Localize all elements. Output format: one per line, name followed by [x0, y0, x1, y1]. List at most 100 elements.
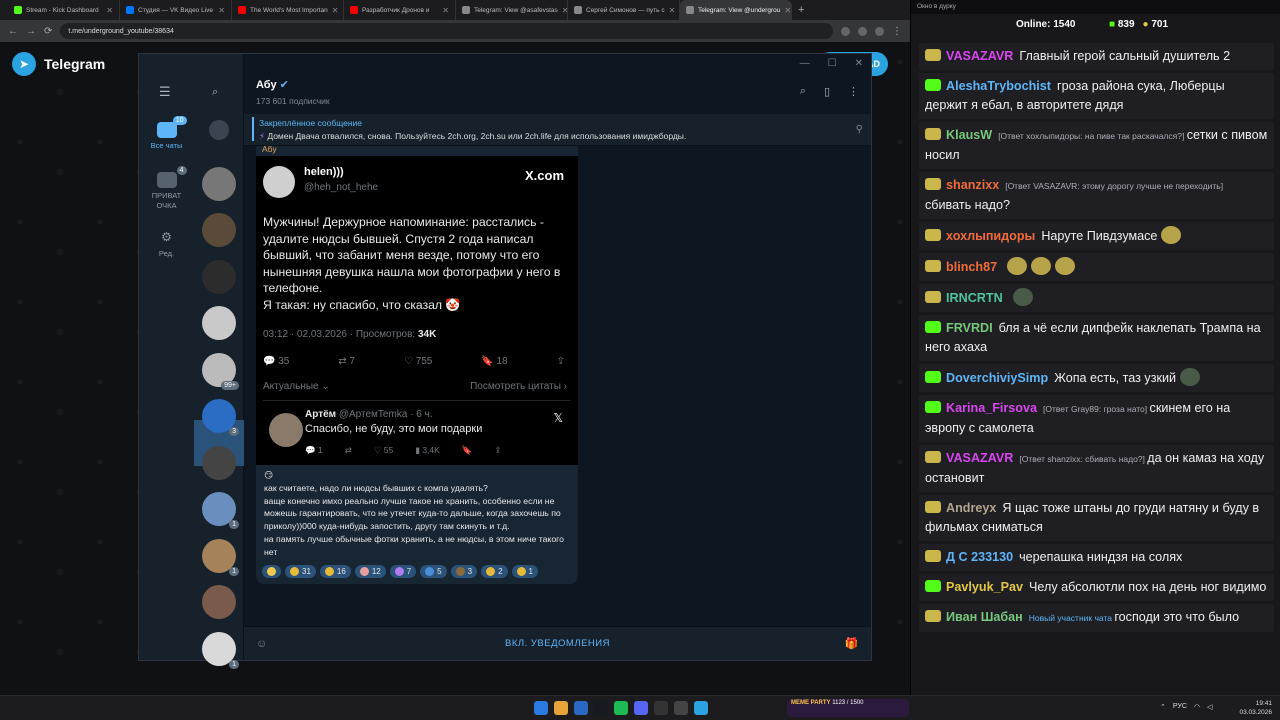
chat-username[interactable]: IRNCRTN [946, 291, 1003, 305]
clock[interactable]: 19:41 03.03.2026 [1239, 699, 1272, 717]
chat-username[interactable]: AleshaTrybochist [946, 79, 1051, 93]
browser-tab[interactable]: Stream - Kick Dashboard ✕ [8, 0, 120, 20]
channel-post: Абу helen))) @heh_not_hehe X.com Мужчины… [256, 146, 578, 584]
browser-tab[interactable]: The World's Most Importan ✕ [232, 0, 344, 20]
chat-username[interactable]: DoverchiviySimp [946, 371, 1048, 385]
hamburger-icon[interactable]: ☰ [159, 84, 171, 100]
reaction-chip[interactable]: 5 [420, 564, 447, 578]
reaction-emoji-icon [324, 566, 334, 576]
search-icon[interactable]: ⌕ [800, 85, 806, 98]
reaction-chip[interactable] [262, 564, 281, 578]
tab-title: Telegram: View @asafevstas [474, 6, 558, 14]
chat-avatar[interactable] [209, 120, 229, 140]
chat-message: VASAZAVR [Ответ shanzixx: сбивать надо?] … [919, 445, 1274, 492]
folder-all-chats[interactable]: 10 Все чаты [139, 116, 194, 150]
unread-badge: 4 [176, 166, 187, 175]
browser-tab[interactable]: Сергей Симонов — путь с ✕ [568, 0, 680, 20]
spotify-icon[interactable] [614, 701, 628, 715]
profile-icon[interactable] [875, 26, 884, 36]
maximize-icon[interactable]: ☐ [828, 58, 837, 69]
chat-username[interactable]: VASAZAVR [946, 49, 1013, 63]
chat-avatar[interactable]: 3 [202, 399, 239, 436]
channel-header[interactable]: Абу ✔ 173 601 подписчик ⌕ ▯ ⋮ [244, 68, 871, 108]
chat-username[interactable]: Andreyx [946, 501, 996, 515]
reactions-row: 31 16 12 7 5 3 2 1 [256, 563, 578, 584]
extension-icon[interactable] [858, 26, 867, 36]
chat-username[interactable]: Karina_Firsova [946, 401, 1037, 415]
chat-avatar[interactable]: 99+ [202, 352, 239, 390]
chat-username[interactable]: blinch87 [946, 260, 997, 274]
chat-avatar[interactable]: 1 [202, 631, 239, 669]
reaction-chip[interactable]: 31 [285, 564, 316, 578]
reaction-chip[interactable]: 3 [450, 564, 478, 578]
chat-username[interactable]: VASAZAVR [946, 451, 1013, 465]
close-tab-icon[interactable]: ✕ [669, 6, 676, 15]
edge-icon[interactable] [574, 701, 588, 715]
telegram-icon[interactable] [694, 701, 708, 715]
chat-avatar[interactable]: 1 [202, 492, 239, 529]
pinned-list-icon[interactable]: ⚲ [856, 124, 863, 135]
browser-tab[interactable]: Разработчик Дронов и ✕ [344, 0, 456, 20]
back-icon[interactable]: ← [8, 26, 18, 37]
reaction-chip[interactable]: 1 [511, 564, 538, 578]
chat-username[interactable]: KlausW [946, 128, 992, 142]
reload-icon[interactable]: ⟳ [44, 26, 52, 37]
discord-icon[interactable] [634, 701, 648, 715]
reaction-chip[interactable]: 12 [354, 564, 386, 578]
browser-window: Stream - Kick Dashboard ✕ Студия — VK Виде… [0, 0, 910, 695]
browser-tab[interactable]: Telegram: View @asafevstas ✕ [456, 0, 568, 20]
pinned-message[interactable]: Закреплённое сообщение ⚡ Домен Двача отв… [244, 114, 871, 146]
browser-tab[interactable]: Студия — VK Видео Live ✕ [120, 0, 232, 20]
chat-username[interactable]: Pavlyuk_Pav [946, 580, 1023, 594]
chat-avatar[interactable] [202, 213, 236, 247]
chat-avatar[interactable] [202, 259, 236, 294]
minimize-icon[interactable]: — [800, 58, 810, 69]
enable-notifications-button[interactable]: ВКЛ. УВЕДОМЛЕНИЯ [505, 638, 610, 649]
app-icon[interactable] [654, 701, 668, 715]
reply-icon: 💬 35 [263, 356, 290, 367]
folder-private[interactable]: 4 ПРИВАТ ОЧКА [139, 166, 194, 211]
new-tab-button[interactable]: + [792, 4, 810, 16]
steam-icon[interactable] [594, 701, 608, 715]
browser-tab[interactable]: Telegram: View @undergrou ✕ [680, 0, 792, 20]
url-field[interactable]: t.me/underground_youtube/38634 [60, 23, 833, 39]
sidebar-toggle-icon[interactable]: ▯ [824, 85, 830, 98]
chat-text: Наруте Пивдзумасе [1041, 229, 1158, 243]
forward-icon[interactable]: → [26, 26, 36, 37]
wifi-icon[interactable]: ◠ [1194, 703, 1200, 711]
close-tab-icon[interactable]: ✕ [218, 6, 225, 15]
chat-username[interactable]: FRVRDI [946, 321, 993, 335]
folder-edit[interactable]: ⚙ Ред. [139, 230, 194, 258]
close-tab-icon[interactable]: ✕ [332, 6, 339, 15]
language-indicator[interactable]: РУС [1173, 703, 1187, 711]
close-tab-icon[interactable]: ✕ [442, 6, 449, 15]
more-icon[interactable]: ⋮ [848, 85, 859, 98]
close-tab-icon[interactable]: ✕ [106, 6, 113, 15]
chat-username[interactable]: хохлыпидоры [946, 229, 1035, 243]
extension-icon[interactable] [841, 26, 850, 36]
chat-avatar[interactable] [202, 306, 236, 340]
telegram-logo: ➤ Telegram [12, 52, 105, 76]
close-icon[interactable]: ✕ [855, 58, 863, 69]
reaction-chip[interactable]: 2 [481, 564, 508, 578]
chat-username[interactable]: Иван Шабан [946, 610, 1023, 624]
chat-avatar[interactable] [202, 445, 236, 480]
post-author: Абу [262, 146, 277, 154]
volume-icon[interactable]: ◁ [1207, 703, 1212, 711]
close-tab-icon[interactable]: ✕ [784, 6, 791, 15]
chat-avatar[interactable]: 1 [202, 538, 239, 576]
chat-username[interactable]: Д С 233130 [946, 550, 1013, 564]
windows-icon[interactable] [534, 701, 548, 715]
app-icon[interactable] [674, 701, 688, 715]
chat-avatar[interactable] [202, 166, 236, 201]
reaction-chip[interactable]: 16 [319, 564, 351, 578]
chevron-up-icon[interactable]: ⌃ [1160, 703, 1166, 711]
reaction-chip[interactable]: 7 [389, 564, 417, 578]
search-icon[interactable]: ⌕ [212, 86, 218, 99]
chrome-icon[interactable] [554, 701, 568, 715]
chat-username[interactable]: shanzixx [946, 178, 999, 192]
menu-icon[interactable]: ⋮ [892, 26, 902, 37]
chat-avatar[interactable] [202, 585, 236, 619]
emoji-icon[interactable]: ☺ [256, 638, 268, 650]
gift-icon[interactable]: 🎁 [845, 637, 859, 650]
